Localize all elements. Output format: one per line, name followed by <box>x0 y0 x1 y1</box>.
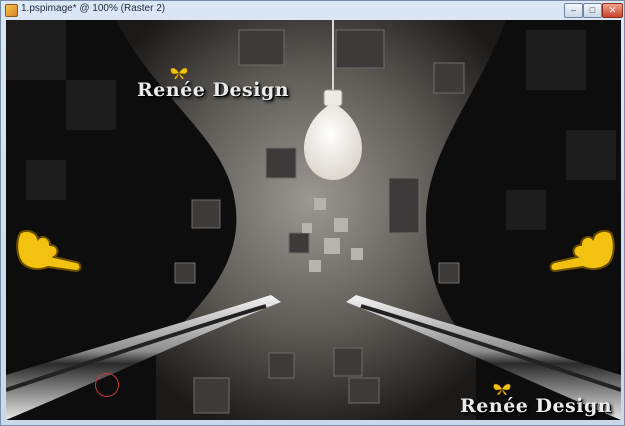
pointing-hand-icon <box>549 230 615 273</box>
watermark-top: Renée Design <box>137 79 290 101</box>
title-bar[interactable]: 1.pspimage* @ 100% (Raster 2) – □ ✕ <box>1 1 624 19</box>
image-canvas[interactable]: Renée Design Renée Design <box>6 20 621 420</box>
psp-app-icon <box>5 4 18 17</box>
butterfly-icon <box>170 67 188 79</box>
window-title: 1.pspimage* @ 100% (Raster 2) <box>21 3 166 14</box>
watermark-bottom: Renée Design <box>460 395 613 417</box>
image-window: 1.pspimage* @ 100% (Raster 2) – □ ✕ René… <box>0 0 625 426</box>
pointing-hand-icon <box>16 230 82 273</box>
artwork <box>6 20 621 420</box>
maximize-button[interactable]: □ <box>583 3 602 18</box>
brush-cursor-icon <box>95 373 119 397</box>
minimize-button[interactable]: – <box>564 3 583 18</box>
close-button[interactable]: ✕ <box>602 3 623 18</box>
butterfly-icon <box>493 383 511 395</box>
